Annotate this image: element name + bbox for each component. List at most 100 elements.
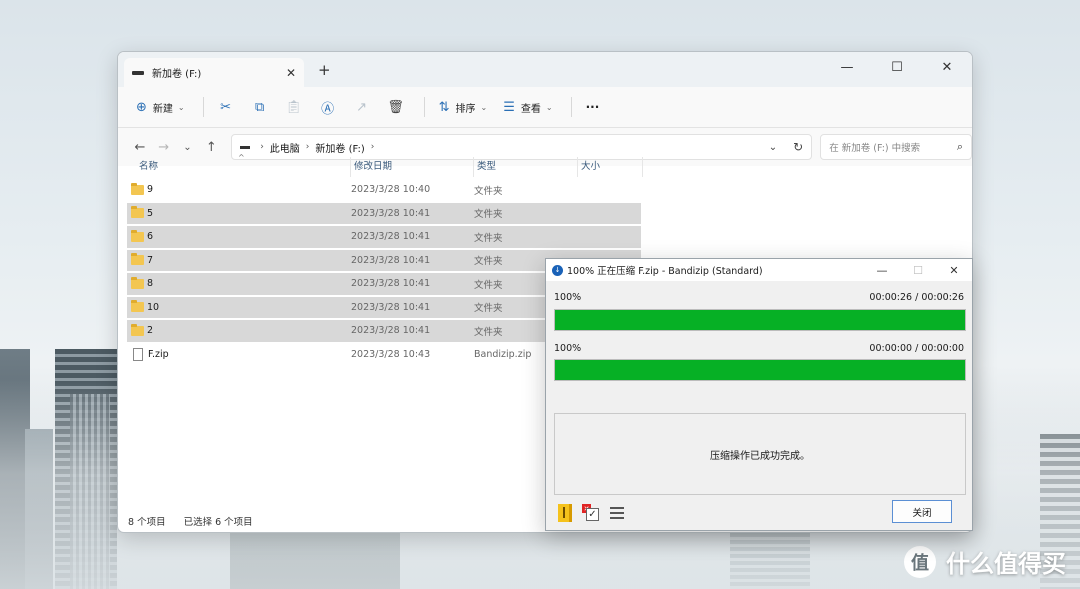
chevron-down-icon: ⌄ [480, 102, 488, 112]
file-date: 2023/3/28 10:41 [351, 231, 431, 243]
folder-icon [131, 206, 144, 219]
file-date: 2023/3/28 10:41 [351, 325, 431, 337]
more-options-button[interactable]: ··· [580, 93, 606, 121]
search-placeholder: 在 新加卷 (F:) 中搜索 [829, 143, 921, 154]
column-name[interactable]: 名称 [118, 157, 351, 177]
progress-1-percent: 100% [554, 292, 582, 303]
drive-icon [240, 145, 251, 149]
window-controls: — ☐ ✕ [822, 52, 972, 82]
menu-icon[interactable] [610, 507, 624, 519]
table-row[interactable]: 9 2023/3/28 10:40 文件夹 [127, 179, 641, 201]
new-tab-icon[interactable]: + [318, 61, 331, 79]
sort-icon: ⇅ [438, 99, 450, 115]
folder-icon [131, 323, 144, 336]
drive-icon [132, 70, 144, 75]
progress-bar-1 [554, 309, 966, 331]
command-bar: ⊕ 新建 ⌄ ✂ ⧉ 📋︎ Ⓐ ↗ 🗑︎ ⇅ 排序 ⌄ ☰ 查看 ⌄ ··· [118, 87, 972, 128]
bandizip-title: 100% 正在压缩 F.zip - Bandizip (Standard) [567, 266, 763, 277]
bandizip-titlebar: ↓ 100% 正在压缩 F.zip - Bandizip (Standard) … [546, 259, 972, 281]
refresh-icon[interactable]: ↻ [793, 140, 803, 154]
file-type: 文件夹 [474, 209, 503, 221]
share-icon[interactable]: ↗ [348, 93, 376, 121]
tab-title: 新加卷 (F:) [152, 69, 202, 80]
dialog-footer-tools: ✕ ✓ [558, 504, 624, 522]
table-row[interactable]: 5 2023/3/28 10:41 文件夹 [127, 202, 641, 224]
address-dropdown-icon[interactable]: ⌄ [769, 142, 777, 153]
file-type: 文件夹 [474, 232, 503, 244]
new-label: 新建 [152, 103, 173, 115]
result-message-panel: 压缩操作已成功完成。 [554, 413, 966, 495]
copy-icon[interactable]: ⧉ [246, 93, 274, 121]
close-button[interactable]: 关闭 [892, 500, 952, 523]
new-button[interactable]: ⊕ 新建 ⌄ [130, 93, 191, 121]
cut-icon[interactable]: ✂ [212, 93, 240, 121]
watermark-text: 什么值得买 [946, 550, 1066, 578]
folder-icon [131, 276, 144, 289]
sort-button[interactable]: ⇅ 排序 ⌄ [433, 93, 494, 121]
file-name: 2 [147, 325, 154, 337]
watermark-logo-icon: 值 [904, 545, 936, 578]
progress-1-time: 00:00:26 / 00:00:26 [869, 292, 964, 303]
folder-icon [131, 229, 144, 242]
explorer-tab[interactable]: 新加卷 (F:) ✕ [124, 58, 304, 87]
view-icon: ☰ [503, 99, 515, 115]
maximize-icon[interactable]: ☐ [872, 52, 922, 82]
close-icon[interactable]: ✕ [922, 52, 972, 82]
progress-bar-2 [554, 359, 966, 381]
minimize-icon[interactable]: — [864, 259, 900, 281]
selected-count: 已选择 6 个项目 [183, 517, 253, 528]
chevron-down-icon: ⌄ [177, 102, 185, 112]
forward-arrow-icon[interactable]: → [152, 140, 176, 155]
file-name: 6 [147, 231, 154, 243]
search-input[interactable]: 在 新加卷 (F:) 中搜索 ⌕ [820, 134, 972, 160]
file-date: 2023/3/28 10:40 [351, 184, 431, 196]
result-message: 压缩操作已成功完成。 [710, 450, 810, 462]
column-date[interactable]: 修改日期 [351, 157, 474, 177]
view-button[interactable]: ☰ 查看 ⌄ [497, 93, 558, 121]
rename-icon[interactable]: Ⓐ [314, 93, 342, 121]
toolbar-divider [570, 97, 572, 117]
progress-row-1: 100% 00:00:26 / 00:00:26 [554, 292, 964, 303]
test-archive-icon[interactable]: ✕ ✓ [582, 504, 600, 522]
file-date: 2023/3/28 10:41 [351, 301, 431, 313]
progress-bar-1-fill [555, 310, 965, 330]
file-type: 文件夹 [474, 185, 503, 197]
file-name: F.zip [148, 348, 169, 360]
progress-row-2: 100% 00:00:00 / 00:00:00 [554, 343, 964, 354]
minimize-icon[interactable]: — [822, 52, 872, 82]
folder-icon [131, 300, 144, 313]
folder-icon [131, 253, 144, 266]
bandizip-logo-icon: ↓ [552, 264, 563, 276]
progress-2-percent: 100% [554, 343, 582, 354]
recent-chevron-icon[interactable]: ⌄ [176, 142, 200, 153]
breadcrumb-this-pc[interactable]: 此电脑 [270, 140, 300, 155]
progress-bar-2-fill [555, 360, 965, 380]
table-row[interactable]: 6 2023/3/28 10:41 文件夹 [127, 226, 641, 248]
file-icon [133, 347, 143, 361]
tab-close-icon[interactable]: ✕ [286, 66, 296, 80]
bandizip-dialog: ↓ 100% 正在压缩 F.zip - Bandizip (Standard) … [545, 258, 973, 531]
back-arrow-icon[interactable]: ← [128, 140, 152, 155]
column-headers: ^ 名称 修改日期 类型 大小 [118, 153, 643, 177]
sort-ascending-icon: ^ [238, 153, 245, 162]
file-name: 10 [147, 301, 160, 313]
more-icon: ··· [585, 100, 600, 114]
breadcrumb-drive-f[interactable]: 新加卷 (F:) [315, 140, 364, 155]
file-name: 5 [147, 207, 154, 219]
maximize-icon: ☐ [913, 263, 923, 277]
search-icon: ⌕ [956, 140, 964, 153]
file-date: 2023/3/28 10:43 [351, 348, 431, 360]
column-type[interactable]: 类型 [474, 157, 578, 177]
paste-icon[interactable]: 📋︎ [280, 93, 308, 121]
file-name: 8 [147, 278, 154, 290]
item-count: 8 个项目 [128, 517, 166, 528]
up-arrow-icon[interactable]: ↑ [199, 140, 223, 155]
delete-icon[interactable]: 🗑︎ [382, 93, 410, 121]
open-archive-icon[interactable] [558, 504, 572, 522]
column-size[interactable]: 大小 [578, 157, 643, 177]
breadcrumb-chevron-icon: › [260, 142, 264, 152]
breadcrumb-chevron-icon: › [370, 142, 375, 152]
file-name: 9 [147, 184, 154, 196]
close-icon[interactable]: ✕ [936, 259, 972, 281]
file-date: 2023/3/28 10:41 [351, 254, 431, 266]
